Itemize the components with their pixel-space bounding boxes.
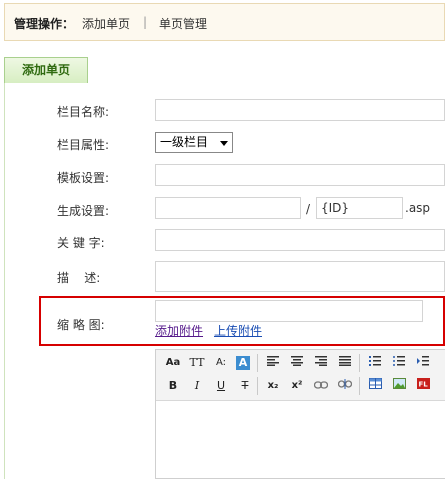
action-bar-title: 管理操作： <box>14 17 75 31</box>
top-action-bar: 管理操作： 添加单页 | 单页管理 <box>4 3 445 41</box>
thumbnail-input[interactable] <box>155 300 423 322</box>
unordered-list-icon[interactable] <box>390 354 408 372</box>
subscript-icon[interactable]: x₂ <box>264 377 282 395</box>
align-right-icon[interactable] <box>312 354 330 372</box>
image-icon[interactable] <box>390 377 408 395</box>
manage-pages-link[interactable]: 单页管理 <box>159 15 207 32</box>
keywords-input[interactable] <box>155 229 445 251</box>
flash-icon[interactable]: FL <box>414 377 432 395</box>
generate-ext: .asp <box>405 201 431 215</box>
template-input[interactable] <box>155 164 445 186</box>
toolbar-separator <box>359 377 360 395</box>
generate-path-input[interactable] <box>155 197 301 219</box>
description-label: 描 述: <box>57 271 101 285</box>
font-size-icon[interactable]: TT <box>188 354 206 372</box>
toolbar-separator <box>359 354 360 372</box>
toolbar-separator <box>257 354 258 372</box>
keywords-label: 关 键 字: <box>57 236 105 250</box>
strikethrough-icon[interactable]: T <box>236 377 254 395</box>
tab-row: 添加单页 <box>4 57 445 84</box>
italic-icon[interactable]: I <box>188 377 206 395</box>
superscript-icon[interactable]: x² <box>288 377 306 395</box>
indent-icon[interactable] <box>414 354 432 372</box>
generate-id-input[interactable] <box>316 197 403 219</box>
action-bar-divider: | <box>143 15 148 29</box>
editor-content-area[interactable] <box>156 401 445 479</box>
column-name-input[interactable] <box>155 99 445 121</box>
add-page-link[interactable]: 添加单页 <box>82 15 130 32</box>
generate-slash: / <box>306 202 311 216</box>
link-icon[interactable] <box>312 377 330 395</box>
upload-attachment-link[interactable]: 上传附件 <box>214 322 262 339</box>
font-name-icon[interactable]: Aa <box>164 354 182 372</box>
align-justify-icon[interactable] <box>336 354 354 372</box>
toolbar-separator <box>257 377 258 395</box>
table-icon[interactable] <box>366 377 384 395</box>
svg-text:FL: FL <box>418 381 428 389</box>
bold-icon[interactable]: B <box>164 377 182 395</box>
column-attr-label: 栏目属性: <box>57 138 110 152</box>
align-left-icon[interactable] <box>264 354 282 372</box>
description-textarea[interactable] <box>155 261 445 292</box>
column-attr-select[interactable]: 一级栏目 <box>155 132 233 153</box>
editor-toolbar: Aa TT A: A B I U T x₂ x² FL <box>156 350 445 401</box>
thumbnail-label: 缩 略 图: <box>57 318 105 332</box>
add-attachment-link[interactable]: 添加附件 <box>155 322 203 339</box>
tab-add-page[interactable]: 添加单页 <box>4 57 88 83</box>
column-attr-value: 一级栏目 <box>160 135 209 149</box>
underline-icon[interactable]: U <box>212 377 230 395</box>
column-name-label: 栏目名称: <box>57 105 110 119</box>
generate-label: 生成设置: <box>57 204 110 218</box>
unlink-icon[interactable] <box>336 377 354 395</box>
rich-text-editor: Aa TT A: A B I U T x₂ x² FL <box>155 349 445 479</box>
align-center-icon[interactable] <box>288 354 306 372</box>
template-label: 模板设置: <box>57 171 110 185</box>
font-style-icon[interactable]: A: <box>212 354 230 372</box>
chevron-down-icon <box>220 141 228 146</box>
text-color-icon[interactable]: A <box>236 356 250 370</box>
ordered-list-icon[interactable] <box>366 354 384 372</box>
